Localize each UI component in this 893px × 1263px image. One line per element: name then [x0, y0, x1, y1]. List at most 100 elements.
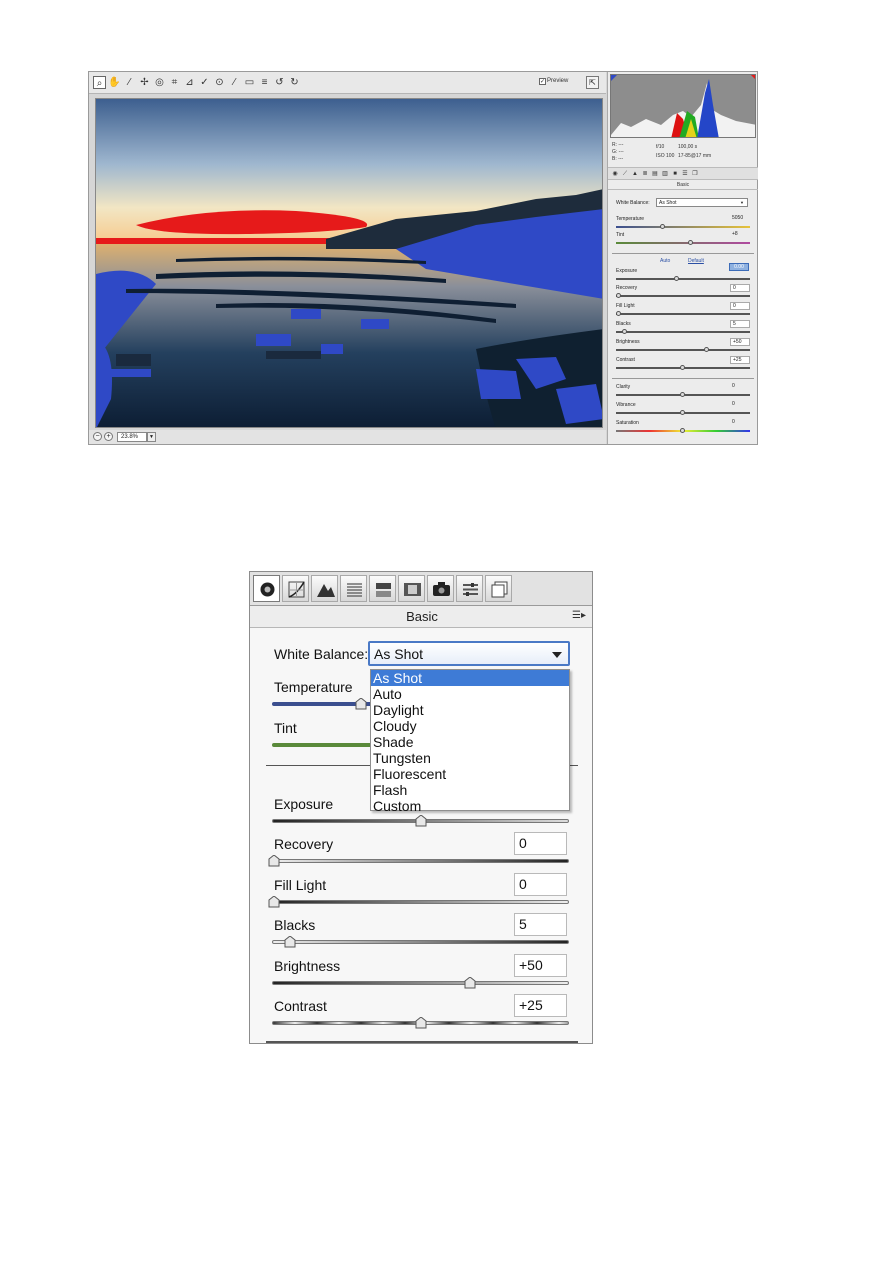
slider-brightness-mini[interactable]: Brightness +50 — [616, 338, 750, 357]
divider — [266, 1041, 578, 1043]
slider-blacks-mini[interactable]: Blacks 5 — [616, 320, 750, 339]
zoom-dropdown-icon[interactable]: ▼ — [147, 432, 156, 442]
tab-detail[interactable] — [311, 575, 338, 602]
slider-thumb[interactable] — [622, 329, 627, 334]
slider-tint-mini[interactable]: Tint +8 — [616, 231, 750, 250]
temperature-thumb[interactable] — [355, 698, 367, 710]
g-readout: G: --- — [612, 149, 624, 155]
color-sampler-icon[interactable]: ✢ — [138, 76, 151, 89]
wb-option[interactable]: Daylight — [371, 702, 569, 718]
slider-thumb[interactable] — [616, 311, 621, 316]
white-balance-select[interactable]: As Shot — [368, 641, 570, 666]
snapshots-icon[interactable]: ❐ — [691, 170, 699, 178]
tab-basic[interactable] — [253, 575, 280, 602]
exposure-thumb[interactable] — [415, 815, 427, 827]
default-link[interactable]: Default — [688, 258, 704, 264]
slider-clarity-mini[interactable]: Clarity 0 — [616, 383, 750, 402]
zoom-level-field[interactable]: 23.8% — [117, 432, 147, 442]
slider-value[interactable]: 0 — [730, 401, 750, 409]
targeted-adjustment-icon[interactable]: ◎ — [153, 76, 166, 89]
hand-tool-icon[interactable]: ✋ — [108, 76, 121, 89]
graduated-filter-icon[interactable]: ▭ — [243, 76, 256, 89]
lens-readout: 17-85@17 mm — [678, 153, 712, 159]
slider-thumb[interactable] — [704, 347, 709, 352]
wb-option[interactable]: Flash — [371, 782, 569, 798]
zoom-out-icon[interactable]: − — [93, 432, 102, 441]
slider-vibrance-mini[interactable]: Vibrance 0 — [616, 401, 750, 420]
wb-option[interactable]: As Shot — [371, 670, 569, 686]
recovery-value-field[interactable]: 0 — [514, 832, 567, 855]
slider-contrast-mini[interactable]: Contrast +25 — [616, 356, 750, 375]
camera-calibration-icon[interactable]: ■ — [671, 170, 679, 178]
fill-light-value-field[interactable]: 0 — [514, 873, 567, 896]
crop-tool-icon[interactable]: ⌗ — [168, 76, 181, 89]
fullscreen-icon[interactable]: ⇱ — [586, 76, 599, 89]
slider-thumb[interactable] — [616, 293, 621, 298]
basic-icon[interactable]: ◉ — [611, 170, 619, 178]
split-toning-icon[interactable]: ▤ — [651, 170, 659, 178]
preferences-icon[interactable]: ≡ — [258, 76, 271, 89]
brightness-thumb[interactable] — [464, 977, 476, 989]
r-readout: R: --- — [612, 142, 624, 148]
presets-icon[interactable]: ☰ — [681, 170, 689, 178]
tab-split-toning[interactable] — [369, 575, 396, 602]
tab-hsl[interactable] — [340, 575, 367, 602]
slider-saturation-mini[interactable]: Saturation 0 — [616, 419, 750, 438]
slider-thumb[interactable] — [680, 392, 685, 397]
slider-thumb[interactable] — [680, 365, 685, 370]
slider-value[interactable]: 0 — [730, 284, 750, 292]
rotate-right-icon[interactable]: ↻ — [288, 76, 301, 89]
detail-icon[interactable]: ▲ — [631, 170, 639, 178]
tint-label: Tint — [274, 720, 297, 736]
slider-value[interactable]: 0 — [730, 302, 750, 310]
wb-option[interactable]: Auto — [371, 686, 569, 702]
contrast-value-field[interactable]: +25 — [514, 994, 567, 1017]
slider-value[interactable]: +50 — [730, 338, 750, 346]
blacks-thumb[interactable] — [284, 936, 296, 948]
zoom-tool-icon[interactable]: ⌕ — [93, 76, 106, 89]
slider-value[interactable]: 0 — [730, 419, 750, 427]
tab-lens-corrections[interactable] — [398, 575, 425, 602]
tab-presets[interactable] — [456, 575, 483, 602]
slider-fill-light-mini[interactable]: Fill Light 0 — [616, 302, 750, 321]
aperture-readout: f/10 — [656, 144, 665, 150]
fill-light-thumb[interactable] — [268, 896, 280, 908]
rotate-left-icon[interactable]: ↺ — [273, 76, 286, 89]
slider-value[interactable]: 5 — [730, 320, 750, 328]
slider-thumb[interactable] — [660, 224, 665, 229]
slider-thumb[interactable] — [688, 240, 693, 245]
tab-camera-calibration[interactable] — [427, 575, 454, 602]
wb-option[interactable]: Tungsten — [371, 750, 569, 766]
slider-thumb[interactable] — [674, 276, 679, 281]
recovery-thumb[interactable] — [268, 855, 280, 867]
slider-thumb[interactable] — [680, 428, 685, 433]
wb-option[interactable]: Shade — [371, 734, 569, 750]
tone-curve-icon[interactable]: ⟋ — [621, 170, 629, 178]
menu-icon[interactable]: ☰▸ — [572, 610, 586, 621]
lens-corrections-icon[interactable]: ▥ — [661, 170, 669, 178]
wb-option[interactable]: Fluorescent — [371, 766, 569, 782]
preview-checkbox[interactable]: ✓ — [539, 78, 546, 85]
auto-link[interactable]: Auto — [660, 258, 670, 264]
eyedropper-tool-icon[interactable]: ⁄ — [123, 76, 136, 89]
straighten-tool-icon[interactable]: ⊿ — [183, 76, 196, 89]
hsl-icon — [347, 583, 362, 597]
white-balance-select-mini[interactable]: As Shot ▼ — [656, 198, 748, 207]
wb-option[interactable]: Cloudy — [371, 718, 569, 734]
wb-option[interactable]: Custom — [371, 798, 569, 814]
slider-recovery-mini[interactable]: Recovery 0 — [616, 284, 750, 303]
spot-removal-icon[interactable]: ✓ — [198, 76, 211, 89]
brightness-value-field[interactable]: +50 — [514, 954, 567, 977]
blacks-value-field[interactable]: 5 — [514, 913, 567, 936]
adjustment-brush-icon[interactable]: ⁄ — [228, 76, 241, 89]
hsl-icon[interactable]: ≣ — [641, 170, 649, 178]
contrast-thumb[interactable] — [415, 1017, 427, 1029]
slider-thumb[interactable] — [680, 410, 685, 415]
zoom-in-icon[interactable]: + — [104, 432, 113, 441]
white-balance-label-mini: White Balance: — [616, 200, 650, 206]
red-eye-icon[interactable]: ⊙ — [213, 76, 226, 89]
tab-tone-curve[interactable] — [282, 575, 309, 602]
slider-value[interactable]: +25 — [730, 356, 750, 364]
slider-value[interactable]: 0 — [730, 383, 750, 391]
tab-snapshots[interactable] — [485, 575, 512, 602]
